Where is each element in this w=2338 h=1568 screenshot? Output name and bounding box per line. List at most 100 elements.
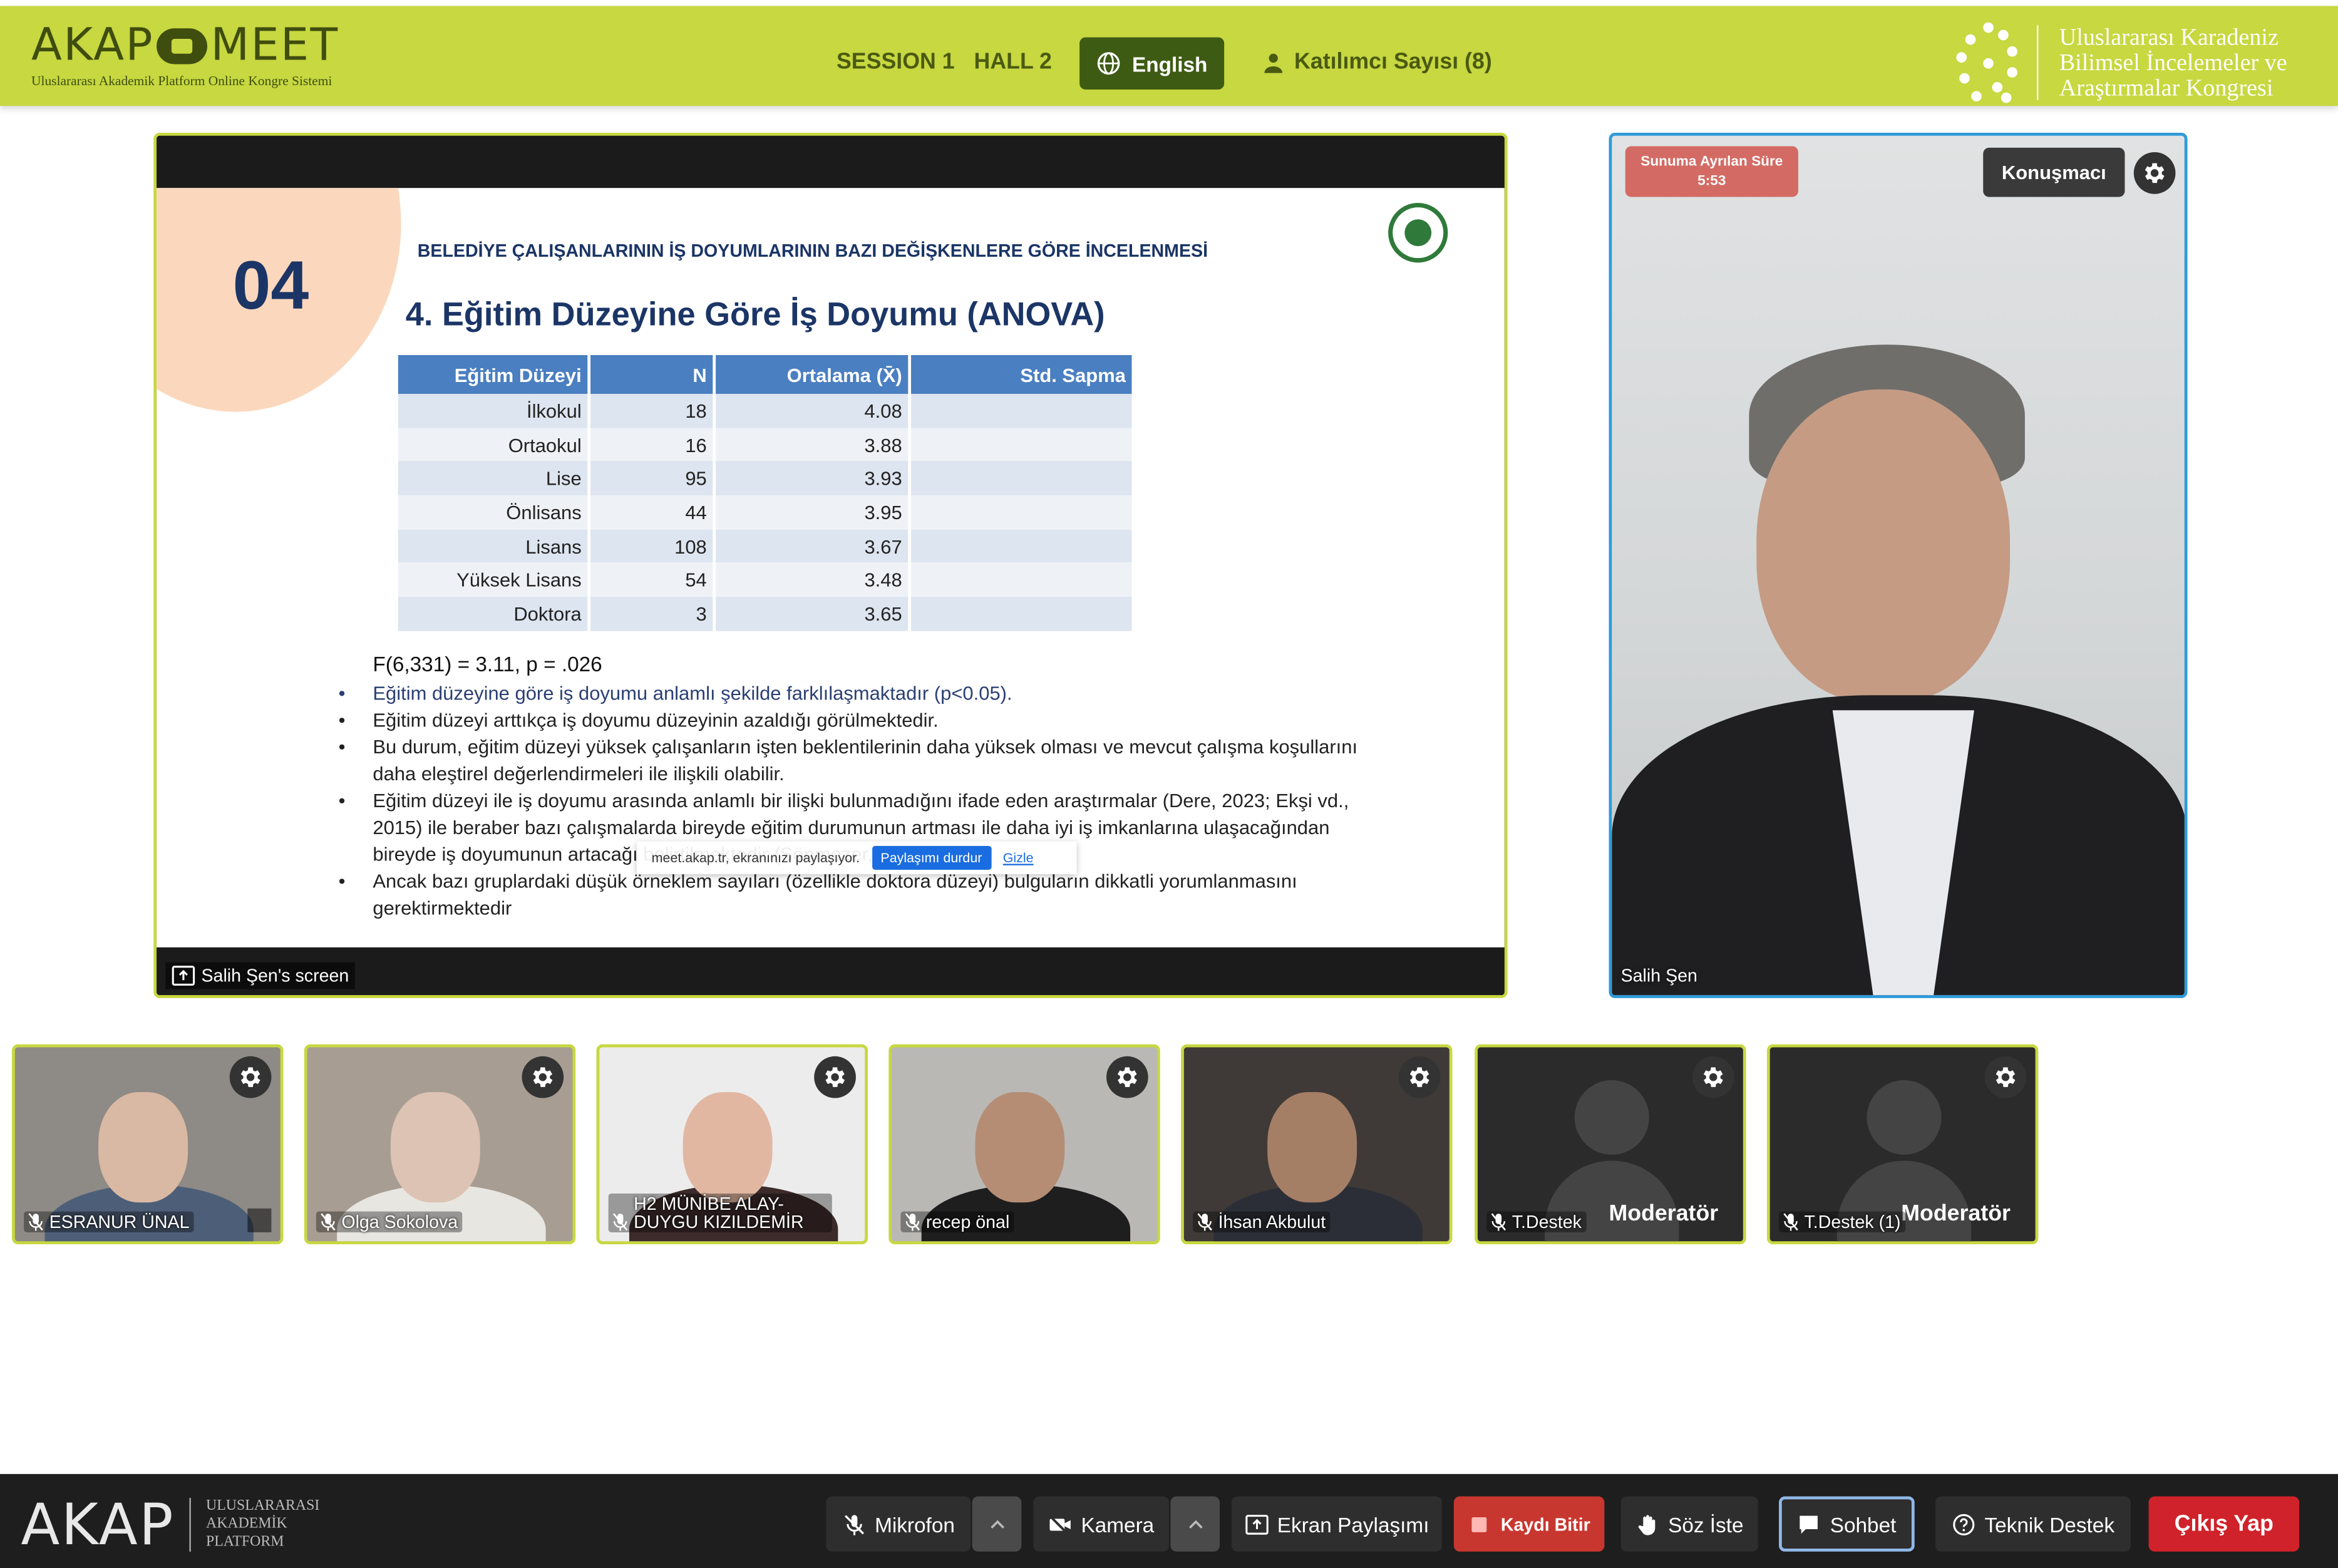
table-row: Lisans 108 3.67	[398, 529, 1135, 564]
university-seal-icon	[1388, 203, 1448, 263]
participant-count[interactable]: Katılımcı Sayısı (8)	[1263, 49, 1492, 75]
stop-sharing-button[interactable]: Paylaşımı durdur	[872, 845, 991, 870]
table-cell: Lisans	[398, 529, 591, 564]
table-cell: Ortaokul	[398, 428, 591, 462]
footer-line2: AKADEMİK	[206, 1515, 287, 1532]
moderator-badge: Moderatör	[1609, 1200, 1719, 1227]
participant-settings-button[interactable]	[814, 1056, 856, 1098]
screen-share-button[interactable]: Ekran Paylaşımı	[1232, 1496, 1442, 1552]
hide-link[interactable]: Gizle	[1003, 850, 1034, 865]
participant-tile[interactable]: Moderatör T.Destek	[1475, 1044, 1746, 1245]
chat-label: Sohbet	[1830, 1512, 1897, 1536]
footer-line1: ULUSLARARASI	[206, 1498, 320, 1515]
table-cell	[909, 462, 1135, 496]
logo-text-left: AKAP	[31, 19, 154, 72]
participant-settings-button[interactable]	[1106, 1056, 1148, 1098]
microphone-muted-icon	[1491, 1213, 1506, 1231]
microphone-button[interactable]: Mikrofon	[826, 1496, 971, 1552]
top-header: AKAP MEET Uluslararası Akademik Platform…	[0, 6, 2338, 106]
table-row: İlkokul 18 4.08	[398, 393, 1135, 428]
table-cell: 95	[589, 462, 716, 496]
table-cell: 4.08	[714, 393, 912, 428]
stop-square-icon	[1472, 1516, 1488, 1532]
participant-settings-button[interactable]	[522, 1056, 564, 1098]
findings-list: Eğitim düzeyine göre iş doyumu anlamlı ş…	[339, 680, 1383, 922]
congress-logo: Uluslararası Karadeniz Bilimsel İnceleme…	[1954, 22, 2287, 103]
participant-settings-button[interactable]	[1692, 1056, 1734, 1098]
language-button[interactable]: English	[1079, 37, 1225, 90]
stop-recording-label: Kaydı Bitir	[1500, 1514, 1590, 1535]
participant-settings-button[interactable]	[229, 1056, 272, 1098]
camera-options-button[interactable]	[1170, 1496, 1220, 1552]
avatar-icon	[1867, 1080, 1942, 1155]
screen-share-view[interactable]: 04 BELEDİYE ÇALIŞANLARININ İŞ DOYUMLARIN…	[153, 133, 1508, 998]
table-cell	[909, 495, 1135, 530]
participant-settings-button[interactable]	[1398, 1056, 1441, 1098]
table-header: Eğitim Düzeyi	[398, 355, 591, 394]
camera-button[interactable]: Kamera	[1033, 1496, 1170, 1552]
raise-hand-button[interactable]: Söz İste	[1620, 1496, 1758, 1552]
microphone-muted-icon	[28, 1213, 43, 1231]
table-cell: 3.88	[714, 428, 912, 462]
participant-face	[1267, 1091, 1357, 1203]
gear-icon	[1117, 1067, 1137, 1087]
participant-tile[interactable]: ESRANUR ÜNAL	[12, 1044, 284, 1245]
table-cell	[909, 393, 1135, 428]
table-cell: Lise	[398, 462, 591, 496]
slide-title: 4. Eğitim Düzeyine Göre İş Doyumu (ANOVA…	[405, 295, 1105, 333]
participant-tile[interactable]: recep önal	[888, 1044, 1160, 1245]
exit-button[interactable]: Çıkış Yap	[2148, 1496, 2300, 1552]
speaker-name: Salih Şen	[1620, 965, 1697, 986]
table-cell: Önlisans	[398, 495, 591, 530]
participant-tile[interactable]: Olga Sokolova	[304, 1044, 576, 1245]
congress-name-line1: Uluslararası Karadeniz	[2059, 24, 2279, 50]
table-cell: 44	[589, 495, 716, 530]
gear-icon	[533, 1067, 553, 1087]
chevron-up-icon	[990, 1519, 1004, 1528]
microphone-muted-icon	[612, 1213, 628, 1231]
participant-tile[interactable]: Moderatör T.Destek (1)	[1766, 1044, 2039, 1245]
participant-settings-button[interactable]	[1984, 1056, 2027, 1098]
help-circle-icon	[1953, 1513, 1975, 1535]
presentation-timer: Sunuma Ayrılan Süre 5:53	[1625, 146, 1798, 197]
gear-icon	[240, 1067, 260, 1087]
table-body: İlkokul 18 4.08 Ortaokul 16 3.88 Lise 95 3.93 Önl…	[398, 393, 1135, 631]
participant-count-label: Katılımcı Sayısı (8)	[1294, 49, 1492, 75]
table-cell: İlkokul	[398, 393, 591, 428]
chevron-up-icon	[1188, 1519, 1202, 1528]
participant-name: H2 MÜNİBE ALAY-DUYGU KIZILDEMİR	[634, 1194, 804, 1232]
table-row: Ortaokul 16 3.88	[398, 428, 1135, 462]
table-cell: 16	[589, 428, 716, 462]
screen-share-label: Ekran Paylaşımı	[1277, 1512, 1429, 1536]
speaker-settings-button[interactable]	[2133, 152, 2176, 194]
table-cell: 54	[589, 563, 716, 597]
participant-tile[interactable]: İhsan Akbulut	[1181, 1044, 1453, 1245]
participant-tile[interactable]: H2 MÜNİBE ALAY-DUYGU KIZILDEMİR	[596, 1044, 868, 1245]
chat-button[interactable]: Sohbet	[1779, 1496, 1915, 1552]
participant-name-label: İhsan Akbulut	[1193, 1211, 1331, 1232]
microphone-muted-icon	[321, 1213, 336, 1231]
footer-line3: PLATFORM	[206, 1534, 284, 1550]
table-cell: 108	[589, 529, 716, 564]
logo-subtitle: Uluslararası Akademik Platform Online Ko…	[31, 73, 332, 88]
speaker-role-button[interactable]: Konuşmacı	[1983, 147, 2125, 197]
table-header: N	[589, 355, 716, 394]
slide-number: 04	[232, 246, 309, 324]
screen-share-icon	[1245, 1514, 1268, 1534]
finding-item: Ancak bazı gruplardaki düşük örneklem sa…	[339, 869, 1383, 922]
microphone-options-button[interactable]	[972, 1496, 1022, 1552]
logo-text-right: MEET	[210, 19, 339, 72]
participant-face	[390, 1091, 480, 1203]
participant-name: T.Destek (1)	[1804, 1211, 1901, 1232]
technical-support-button[interactable]: Teknik Destek	[1935, 1496, 2131, 1552]
participant-name: recep önal	[925, 1211, 1010, 1232]
speaker-video[interactable]: Sunuma Ayrılan Süre 5:53 Konuşmacı Salih…	[1609, 133, 2188, 998]
gear-icon	[825, 1067, 845, 1087]
congress-name: Uluslararası Karadeniz Bilimsel İnceleme…	[2059, 24, 2287, 101]
table-row: Yüksek Lisans 54 3.48	[398, 563, 1135, 597]
stop-recording-button[interactable]: Kaydı Bitir	[1453, 1496, 1605, 1552]
table-cell: 3.95	[714, 495, 912, 530]
finding-item: Eğitim düzeyi arttıkça iş doyumu düzeyin…	[339, 707, 1383, 734]
footer-logo-divider	[189, 1498, 192, 1552]
hand-icon	[1638, 1514, 1655, 1535]
